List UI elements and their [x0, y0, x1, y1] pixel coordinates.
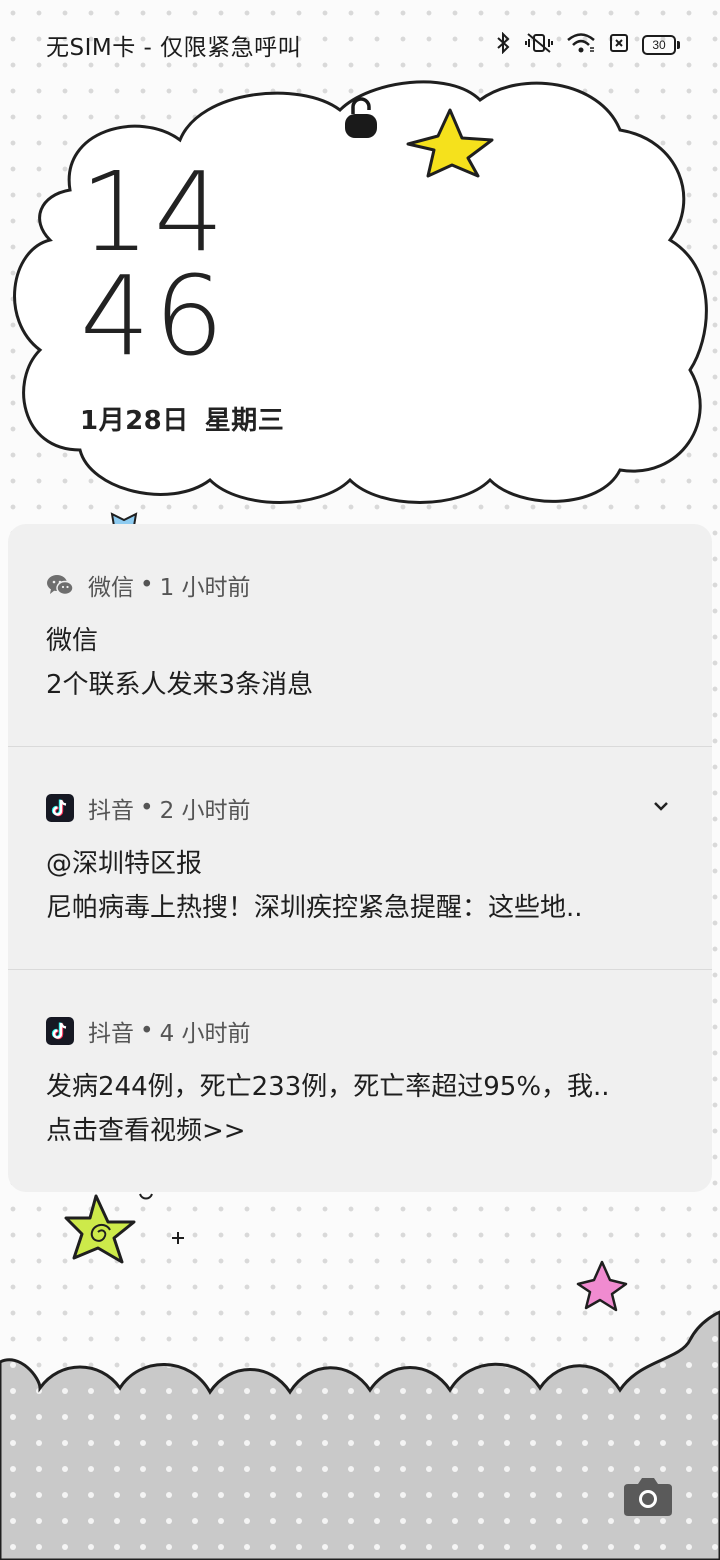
- notification-time: 2 小时前: [159, 798, 251, 824]
- douyin-icon: [46, 1017, 74, 1045]
- notification-title: 发病244例，死亡233例，死亡率超过95%，我..: [46, 1072, 610, 1102]
- clock-minute: 46: [80, 252, 228, 380]
- notification-time: 1 小时前: [159, 575, 251, 601]
- wifi-icon: [566, 32, 596, 58]
- pink-star: [576, 1260, 628, 1312]
- notification-time: 4 小时前: [159, 1021, 251, 1047]
- clock: 14 46: [80, 148, 228, 380]
- carrier-text: 无SIM卡 - 仅限紧急呼叫: [46, 35, 302, 61]
- separator-dot: •: [140, 795, 154, 821]
- sim-absent-icon: [608, 32, 630, 58]
- date-line: 1月28日 星期三: [80, 400, 284, 437]
- unlock-icon[interactable]: [343, 96, 379, 144]
- notification-app-name: 抖音: [88, 798, 134, 824]
- date-day: 1月28日: [80, 406, 189, 436]
- battery-indicator: 30: [642, 35, 680, 55]
- separator-dot: •: [140, 1018, 154, 1044]
- separator-dot: •: [140, 572, 154, 598]
- green-star: [64, 1194, 136, 1264]
- status-bar: 无SIM卡 - 仅限紧急呼叫 30: [0, 22, 720, 66]
- notification-douyin-2[interactable]: 抖音 • 4 小时前 发病244例，死亡233例，死亡率超过95%，我.. 点击…: [8, 969, 712, 1192]
- clock-hour: 14: [80, 148, 228, 276]
- bottom-cloud: [0, 1310, 720, 1560]
- notification-body: 2个联系人发来3条消息: [46, 670, 314, 700]
- notification-douyin-1[interactable]: 抖音 • 2 小时前 @深圳特区报 尼帕病毒上热搜！深圳疾控紧急提醒：这些地..: [8, 746, 712, 969]
- notification-wechat[interactable]: 微信 • 1 小时前 微信 2个联系人发来3条消息: [8, 524, 712, 746]
- notification-app-name: 抖音: [88, 1021, 134, 1047]
- camera-icon[interactable]: [622, 1474, 674, 1518]
- notification-title: 微信: [46, 626, 99, 656]
- notification-body: 点击查看视频>>: [46, 1116, 246, 1146]
- notification-header: 抖音 • 2 小时前: [46, 791, 251, 825]
- wechat-icon: [46, 571, 74, 599]
- douyin-icon: [46, 794, 74, 822]
- status-icons: 30: [494, 31, 680, 58]
- notification-body: 尼帕病毒上热搜！深圳疾控紧急提醒：这些地..: [46, 893, 583, 923]
- notification-app-name: 微信: [88, 575, 134, 601]
- notification-panel: 微信 • 1 小时前 微信 2个联系人发来3条消息 抖音 • 2 小时前 @深圳…: [8, 524, 712, 1192]
- notification-header: 抖音 • 4 小时前: [46, 1014, 251, 1048]
- date-weekday: 星期三: [204, 406, 285, 436]
- bluetooth-icon: [494, 31, 512, 58]
- chevron-down-icon[interactable]: [652, 797, 670, 816]
- notification-title: @深圳特区报: [46, 849, 203, 879]
- notification-header: 微信 • 1 小时前: [46, 568, 251, 602]
- vibrate-mute-icon: [524, 32, 554, 58]
